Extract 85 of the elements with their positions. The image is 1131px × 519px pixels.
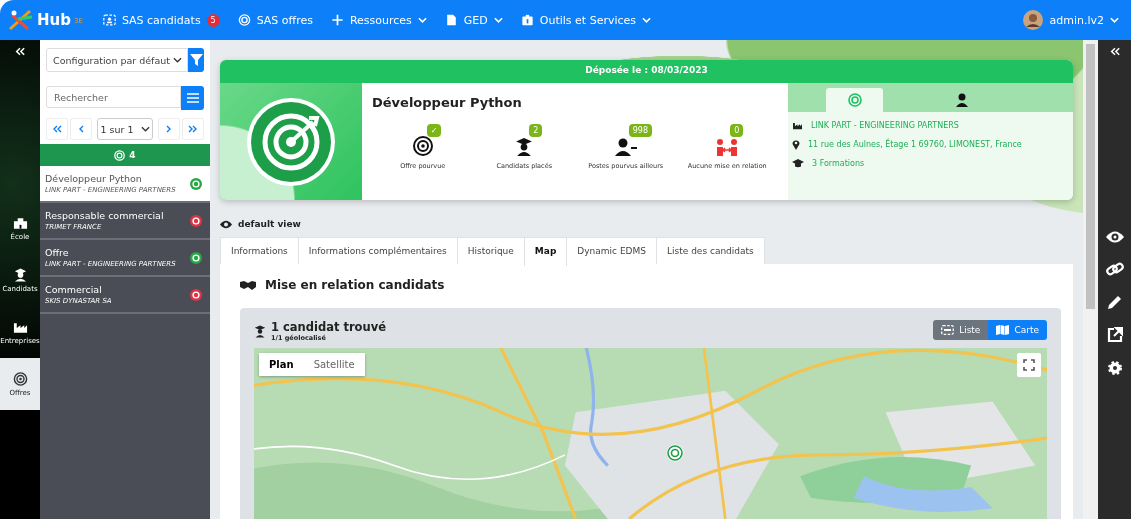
handshake-icon bbox=[240, 279, 256, 291]
fullscreen-button[interactable] bbox=[1017, 353, 1041, 377]
tab[interactable]: Dynamic EDMS bbox=[566, 237, 657, 264]
nav-link[interactable]: Outils et Services bbox=[520, 13, 652, 27]
factory-icon bbox=[792, 121, 803, 130]
target-emblem-icon bbox=[245, 95, 337, 188]
list-icon bbox=[941, 325, 955, 335]
graduate-icon bbox=[254, 324, 266, 338]
external-link-icon[interactable] bbox=[1106, 327, 1123, 343]
clipboard-icon bbox=[520, 14, 534, 26]
tab[interactable]: Map bbox=[523, 237, 568, 266]
view-name: default view bbox=[238, 219, 301, 229]
target-icon bbox=[12, 371, 28, 386]
nav-link[interactable]: SAS offres bbox=[237, 13, 313, 27]
nav-link[interactable]: Ressources bbox=[330, 13, 427, 27]
pencil-icon[interactable] bbox=[1106, 294, 1123, 310]
file-icon bbox=[444, 14, 458, 26]
count-badge: 0 bbox=[730, 124, 744, 137]
eye-icon bbox=[220, 219, 232, 229]
view-toggle-button[interactable]: Carte bbox=[988, 320, 1047, 340]
count-badge: 998 bbox=[628, 124, 653, 137]
location-pin-icon bbox=[792, 139, 800, 150]
map-type-button[interactable]: Plan bbox=[259, 353, 304, 376]
school-icon bbox=[12, 215, 28, 230]
config-select[interactable]: Configuration par défaut bbox=[46, 48, 188, 72]
logo-text: Hub bbox=[37, 11, 71, 29]
link-icon[interactable] bbox=[1105, 261, 1124, 277]
nav-link[interactable]: SAS candidats 5 bbox=[102, 13, 220, 27]
filter-button[interactable] bbox=[188, 48, 204, 72]
chevron-icon bbox=[173, 57, 182, 63]
map-marker-icon[interactable] bbox=[666, 444, 684, 462]
plus-icon bbox=[330, 14, 344, 26]
tab[interactable]: Informations bbox=[220, 237, 299, 264]
chevron-icon bbox=[1110, 17, 1119, 23]
people-icon bbox=[102, 14, 116, 26]
map-type-button[interactable]: Satellite bbox=[303, 353, 365, 376]
fullscreen-icon bbox=[1023, 359, 1035, 371]
collapse-icon[interactable] bbox=[1109, 47, 1120, 56]
offer-heading: Développeur Python bbox=[372, 95, 523, 110]
chevron-right-icon bbox=[166, 125, 172, 133]
last-page-button[interactable] bbox=[182, 118, 204, 140]
count-badge: ✓ bbox=[426, 124, 442, 137]
results-title: 1 candidat trouvé bbox=[271, 320, 386, 334]
chevron-icon bbox=[140, 126, 150, 132]
double-chevron-left-icon bbox=[52, 125, 62, 133]
scrollbar[interactable] bbox=[1083, 40, 1098, 519]
logo-icon bbox=[8, 9, 34, 31]
first-page-button[interactable] bbox=[46, 118, 68, 140]
eye-icon[interactable] bbox=[1105, 230, 1124, 244]
offer-title: Offre bbox=[45, 247, 70, 258]
offer-title: Commercial bbox=[45, 284, 103, 295]
section-title: Mise en relation candidats bbox=[265, 278, 445, 292]
tab[interactable]: Liste des candidats bbox=[656, 237, 765, 264]
offer-title: Responsable commercial bbox=[45, 210, 164, 221]
group-count: 4 bbox=[129, 150, 136, 160]
search-field[interactable]: Rechercher bbox=[46, 86, 181, 108]
target-icon bbox=[412, 136, 433, 156]
map-icon bbox=[996, 325, 1010, 335]
page-select[interactable]: 1 sur 1 bbox=[97, 118, 153, 140]
avatar bbox=[1023, 10, 1044, 30]
posted-date: Déposée le : 08/03/2023 bbox=[220, 60, 1073, 83]
count-badge: 5 bbox=[206, 13, 220, 27]
menu-button[interactable] bbox=[181, 86, 204, 110]
person-icon bbox=[614, 138, 637, 156]
person-icon bbox=[955, 93, 968, 107]
chevron-left-icon bbox=[78, 125, 84, 133]
graduate-icon bbox=[12, 267, 28, 282]
tab[interactable]: Informations complémentaires bbox=[297, 237, 458, 264]
user-name[interactable]: admin.lv2 bbox=[1049, 13, 1104, 27]
tab[interactable]: Historique bbox=[456, 237, 525, 264]
menu-icon bbox=[186, 93, 199, 103]
target-icon bbox=[847, 93, 862, 107]
view-toggle-button[interactable]: Liste bbox=[933, 320, 989, 340]
nav-link[interactable]: GED bbox=[444, 13, 503, 27]
filter-icon bbox=[189, 54, 203, 66]
settings-icon[interactable] bbox=[1106, 360, 1123, 376]
count-badge: 2 bbox=[529, 124, 543, 137]
target-icon bbox=[114, 149, 126, 161]
graduation-cap-icon bbox=[792, 159, 804, 168]
double-chevron-right-icon bbox=[188, 125, 198, 133]
collapse-icon[interactable] bbox=[15, 47, 25, 56]
target-icon bbox=[237, 14, 251, 26]
people-exchange-icon bbox=[716, 138, 739, 156]
graduate-icon bbox=[515, 138, 534, 156]
offer-title: Développeur Python bbox=[45, 173, 143, 184]
